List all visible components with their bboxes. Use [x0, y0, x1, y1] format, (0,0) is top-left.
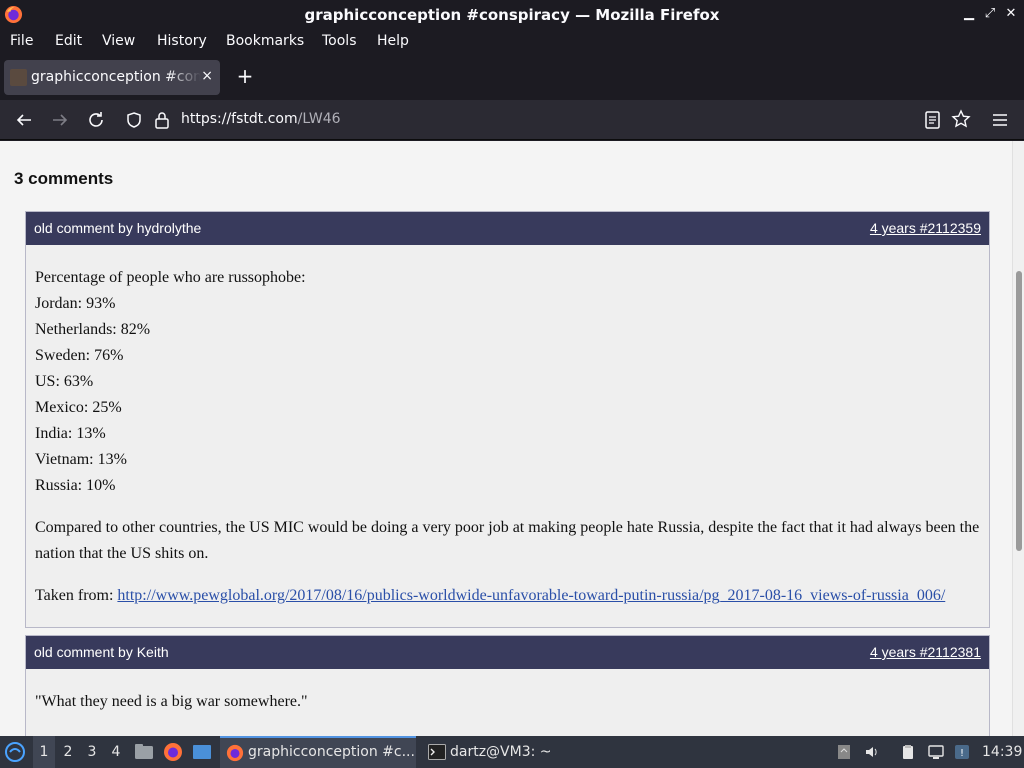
comment-header: old comment by hydrolythe 4 years #21123…: [26, 212, 989, 245]
new-tab-button[interactable]: +: [234, 66, 256, 88]
comment-line: Percentage of people who are russophobe:: [35, 269, 306, 286]
tab-title: graphicconception #conspiracy: [31, 69, 201, 85]
firefox-launcher[interactable]: [163, 736, 185, 768]
arrow-right-icon: [53, 114, 68, 126]
close-window-icon[interactable]: ✕: [1003, 5, 1019, 23]
comment-paragraph: Compared to other countries, the US MIC …: [35, 519, 980, 562]
network-icon[interactable]: [928, 744, 944, 760]
clock[interactable]: 14:39: [982, 736, 1022, 768]
forward-button[interactable]: [48, 108, 72, 132]
comment-author: old comment by Keith: [34, 644, 169, 660]
comment-card: old comment by hydrolythe 4 years #21123…: [25, 211, 990, 628]
page-content: 3 comments old comment by hydrolythe 4 y…: [0, 141, 1012, 736]
window-titlebar: graphicconception #conspiracy — Mozilla …: [0, 0, 1024, 29]
page-scrollbar[interactable]: [1012, 141, 1024, 736]
menu-bookmarks[interactable]: Bookmarks: [226, 33, 304, 49]
workspace-2[interactable]: 2: [57, 736, 79, 768]
taskbar: 1 2 3 4 graphicconception #c... dartz@VM…: [0, 736, 1024, 768]
comment-line: India: 13%: [35, 425, 106, 442]
comment-body: "What they need is a big war somewhere.": [26, 669, 989, 715]
menu-view[interactable]: View: [102, 33, 135, 49]
url-path: /LW46: [297, 111, 341, 127]
comment-header: old comment by Keith 4 years #2112381: [26, 636, 989, 669]
comment-card: old comment by Keith 4 years #2112381 "W…: [25, 635, 990, 736]
comment-line: "What they need is a big war somewhere.": [35, 693, 308, 710]
hamburger-menu-icon[interactable]: [990, 110, 1010, 130]
file-manager-launcher[interactable]: [134, 736, 154, 768]
notifications-icon[interactable]: !: [954, 744, 970, 760]
navigation-toolbar: https://fstdt.com/LW46: [0, 100, 1024, 140]
taskbar-task-terminal[interactable]: dartz@VM3: ~: [422, 736, 562, 768]
tab-strip: graphicconception #conspiracy × +: [0, 54, 1024, 100]
taskbar-task-label: graphicconception #c...: [248, 744, 415, 760]
comment-line: Russia: 10%: [35, 477, 116, 494]
comments-count-heading: 3 comments: [14, 169, 114, 188]
comment-line: US: 63%: [35, 373, 94, 390]
tracking-protection-shield-icon[interactable]: [124, 110, 144, 130]
url-host: https://fstdt.com: [181, 111, 298, 127]
menu-bar: File Edit View History Bookmarks Tools H…: [0, 29, 1024, 54]
comment-body: Percentage of people who are russophobe:…: [26, 245, 989, 609]
folder-icon: [135, 744, 153, 759]
start-menu-button[interactable]: [4, 736, 30, 768]
firefox-icon: [226, 744, 244, 762]
terminal-icon: [428, 744, 446, 760]
comment-source: Taken from: http://www.pewglobal.org/201…: [35, 583, 980, 609]
site-favicon-icon: [10, 69, 27, 86]
firefox-icon: [164, 743, 182, 761]
menu-help[interactable]: Help: [377, 33, 409, 49]
taskbar-task-firefox[interactable]: graphicconception #c...: [220, 736, 416, 768]
workspace-4[interactable]: 4: [105, 736, 127, 768]
clipboard-icon[interactable]: [900, 744, 916, 760]
comment-line: Mexico: 25%: [35, 399, 122, 416]
window-title: graphicconception #conspiracy — Mozilla …: [304, 6, 720, 24]
comment-line: Netherlands: 82%: [35, 321, 151, 338]
minimize-window-icon[interactable]: ▁: [961, 5, 977, 23]
back-button[interactable]: [12, 108, 36, 132]
restore-window-icon[interactable]: ⤢: [982, 5, 998, 23]
workspace-1[interactable]: 1: [33, 736, 55, 768]
comment-line: Sweden: 76%: [35, 347, 124, 364]
url-text[interactable]: https://fstdt.com/LW46: [181, 111, 341, 127]
svg-text:!: !: [960, 748, 964, 759]
comment-line: Vietnam: 13%: [35, 451, 127, 468]
menu-history[interactable]: History: [157, 33, 207, 49]
tab-graphicconception[interactable]: graphicconception #conspiracy ×: [4, 60, 220, 95]
menu-edit[interactable]: Edit: [55, 33, 82, 49]
source-prefix: Taken from:: [35, 587, 118, 604]
storage-icon[interactable]: [836, 744, 852, 760]
workspace-3[interactable]: 3: [81, 736, 103, 768]
desktop-launcher[interactable]: [192, 736, 214, 768]
reload-icon: [89, 112, 103, 127]
taskbar-task-label: dartz@VM3: ~: [450, 744, 552, 760]
desktop-icon: [193, 745, 211, 759]
lock-icon[interactable]: [152, 110, 172, 130]
comment-permalink[interactable]: 4 years #2112359: [870, 220, 981, 236]
arrow-left-icon: [16, 114, 31, 126]
scrollbar-thumb[interactable]: [1016, 271, 1022, 551]
menu-file[interactable]: File: [10, 33, 33, 49]
reload-button[interactable]: [84, 108, 108, 132]
tab-close-icon[interactable]: ×: [201, 68, 213, 84]
comment-line: Jordan: 93%: [35, 295, 116, 312]
source-link[interactable]: http://www.pewglobal.org/2017/08/16/publ…: [117, 587, 945, 604]
bookmark-star-icon[interactable]: [951, 109, 971, 129]
volume-icon[interactable]: [864, 744, 880, 760]
comment-author: old comment by hydrolythe: [34, 220, 202, 236]
comment-permalink[interactable]: 4 years #2112381: [870, 644, 981, 660]
distro-logo-icon: [5, 742, 25, 762]
url-bar[interactable]: https://fstdt.com/LW46: [118, 104, 980, 136]
menu-tools[interactable]: Tools: [322, 33, 357, 49]
reader-view-icon[interactable]: [924, 110, 942, 130]
